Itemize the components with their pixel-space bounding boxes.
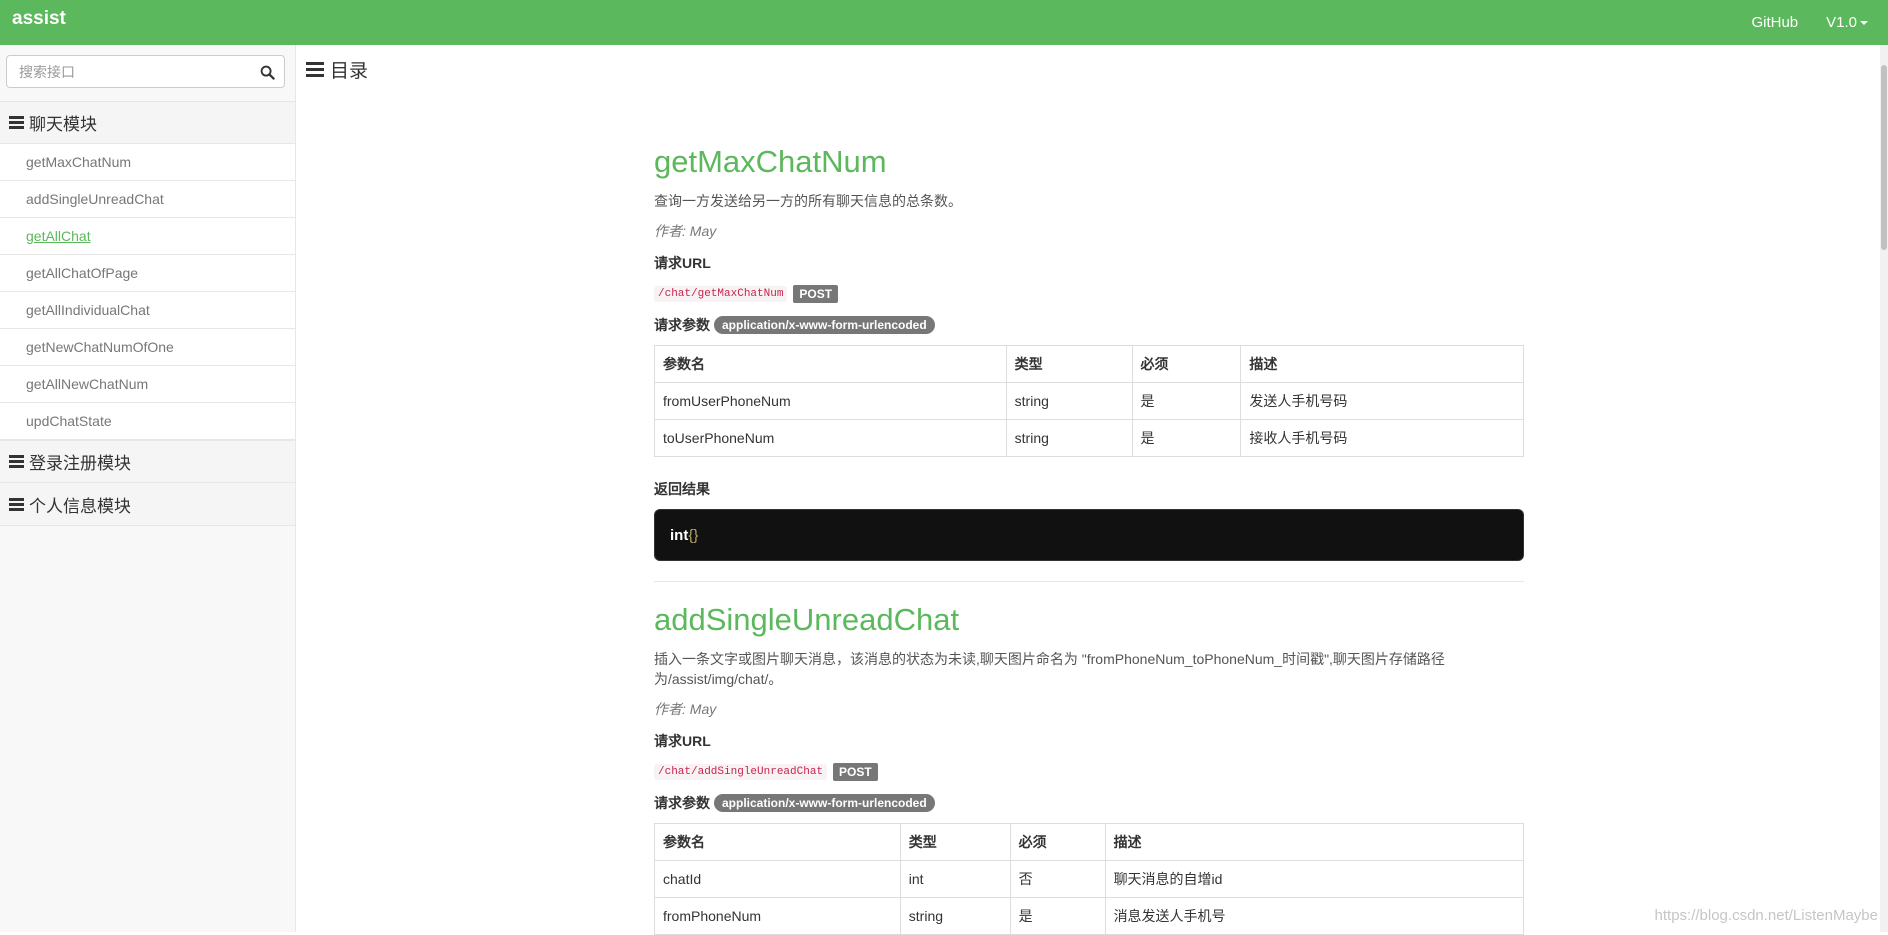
content-type-badge: application/x-www-form-urlencoded (714, 794, 935, 812)
version-label: V1.0 (1826, 14, 1857, 31)
table-header: 必须 (1132, 346, 1241, 383)
description-line: 插入一条文字或图片聊天消息，该消息的状态为未读,聊天图片命名为 "fromPho… (654, 649, 1524, 669)
table-cell: int (900, 861, 1010, 898)
table-row: fromPhoneNum string 是 消息发送人手机号 (655, 898, 1524, 935)
brand-link[interactable]: assist (12, 8, 66, 30)
table-cell: fromPhoneNum (655, 898, 901, 935)
request-url-label: 请求URL (654, 731, 1524, 751)
api-section: addSingleUnreadChat 插入一条文字或图片聊天消息，该消息的状态… (654, 600, 1524, 935)
table-header: 描述 (1241, 346, 1524, 383)
table-row: fromUserPhoneNum string 是 发送人手机号码 (655, 383, 1524, 420)
params-table: 参数名 类型 必须 描述 fromUserPhoneNum string 是 发… (654, 345, 1524, 457)
table-cell: 消息发送人手机号 (1105, 898, 1523, 935)
params-label-row: 请求参数 application/x-www-form-urlencoded (654, 793, 1524, 813)
method-badge: POST (793, 285, 838, 303)
group-label: 聊天模块 (29, 110, 97, 135)
params-label: 请求参数 (654, 793, 710, 813)
params-label-row: 请求参数 application/x-www-form-urlencoded (654, 315, 1524, 335)
result-code-block: int{} (654, 509, 1524, 561)
table-cell: chatId (655, 861, 901, 898)
result-body: {} (688, 527, 698, 544)
api-title: getMaxChatNum (654, 142, 1524, 182)
api-section: getMaxChatNum 查询一方发送给另一方的所有聊天信息的总条数。 作者:… (654, 142, 1524, 561)
content-type-badge: application/x-www-form-urlencoded (714, 316, 935, 334)
sidebar-group-chat[interactable]: 聊天模块 (0, 101, 295, 144)
table-cell: 是 (1132, 420, 1241, 457)
sidebar-item-getAllChat[interactable]: getAllChat (0, 218, 295, 255)
github-link[interactable]: GitHub (1751, 14, 1798, 31)
sidebar-item-addSingleUnreadChat[interactable]: addSingleUnreadChat (0, 181, 295, 218)
result-label: 返回结果 (654, 479, 1524, 499)
search-icon[interactable] (260, 65, 275, 80)
group-label: 个人信息模块 (29, 492, 131, 517)
table-cell: fromUserPhoneNum (655, 383, 1007, 420)
table-cell: 否 (1010, 861, 1105, 898)
table-cell: string (900, 898, 1010, 935)
search-input[interactable] (7, 56, 247, 87)
description-line: 为/assist/img/chat/。 (654, 669, 1524, 689)
sidebar-menu: 聊天模块 getMaxChatNum addSingleUnreadChat g… (0, 101, 295, 526)
api-title: addSingleUnreadChat (654, 600, 1524, 640)
scrollbar[interactable] (1880, 45, 1888, 932)
url-row: /chat/addSingleUnreadChat POST (654, 763, 1524, 781)
api-author: 作者: May (654, 699, 1524, 719)
list-icon (9, 116, 24, 129)
navbar-right: GitHub V1.0 (1751, 0, 1888, 45)
table-cell: string (1006, 383, 1132, 420)
toc-heading[interactable]: 目录 (306, 56, 368, 83)
sidebar-item-getAllIndividualChat[interactable]: getAllIndividualChat (0, 292, 295, 329)
table-cell: toUserPhoneNum (655, 420, 1007, 457)
sidebar-item-getNewChatNumOfOne[interactable]: getNewChatNumOfOne (0, 329, 295, 366)
api-author: 作者: May (654, 221, 1524, 241)
list-icon (9, 498, 24, 511)
api-description: 查询一方发送给另一方的所有聊天信息的总条数。 (654, 191, 1524, 211)
table-cell: string (1006, 420, 1132, 457)
table-header-row: 参数名 类型 必须 描述 (655, 824, 1524, 861)
version-dropdown[interactable]: V1.0 (1826, 14, 1868, 31)
url-row: /chat/getMaxChatNum POST (654, 285, 1524, 303)
request-url-label: 请求URL (654, 253, 1524, 273)
sidebar-item-getAllChatOfPage[interactable]: getAllChatOfPage (0, 255, 295, 292)
method-badge: POST (833, 763, 878, 781)
caret-down-icon (1860, 21, 1868, 25)
table-header-row: 参数名 类型 必须 描述 (655, 346, 1524, 383)
sidebar: 聊天模块 getMaxChatNum addSingleUnreadChat g… (0, 45, 296, 932)
table-header: 类型 (1006, 346, 1132, 383)
top-navbar: assist GitHub V1.0 (0, 0, 1888, 45)
sidebar-item-getAllNewChatNum[interactable]: getAllNewChatNum (0, 366, 295, 403)
group-label: 登录注册模块 (29, 449, 131, 474)
request-url: /chat/addSingleUnreadChat (654, 764, 827, 780)
sidebar-group-login[interactable]: 登录注册模块 (0, 440, 295, 483)
sidebar-group-profile[interactable]: 个人信息模块 (0, 483, 295, 526)
table-cell: 聊天消息的自增id (1105, 861, 1523, 898)
params-label: 请求参数 (654, 315, 710, 335)
list-icon (9, 455, 24, 468)
api-description: 插入一条文字或图片聊天消息，该消息的状态为未读,聊天图片命名为 "fromPho… (654, 649, 1524, 689)
sidebar-item-updChatState[interactable]: updChatState (0, 403, 295, 440)
table-cell: 发送人手机号码 (1241, 383, 1524, 420)
params-table: 参数名 类型 必须 描述 chatId int 否 聊天消息的自增id from… (654, 823, 1524, 935)
section-divider (654, 581, 1524, 582)
list-icon (306, 62, 324, 77)
table-cell: 是 (1132, 383, 1241, 420)
table-header: 类型 (900, 824, 1010, 861)
toc-label: 目录 (330, 56, 368, 83)
table-row: toUserPhoneNum string 是 接收人手机号码 (655, 420, 1524, 457)
table-cell: 是 (1010, 898, 1105, 935)
table-cell: 接收人手机号码 (1241, 420, 1524, 457)
table-header: 参数名 (655, 824, 901, 861)
table-header: 参数名 (655, 346, 1007, 383)
main-content: getMaxChatNum 查询一方发送给另一方的所有聊天信息的总条数。 作者:… (654, 142, 1524, 935)
result-type: int (670, 527, 688, 544)
table-header: 必须 (1010, 824, 1105, 861)
table-header: 描述 (1105, 824, 1523, 861)
search-box (6, 55, 285, 88)
scrollbar-thumb[interactable] (1881, 65, 1887, 250)
watermark: https://blog.csdn.net/ListenMaybe (1655, 907, 1878, 924)
sidebar-item-getMaxChatNum[interactable]: getMaxChatNum (0, 144, 295, 181)
request-url: /chat/getMaxChatNum (654, 286, 787, 302)
table-row: chatId int 否 聊天消息的自增id (655, 861, 1524, 898)
